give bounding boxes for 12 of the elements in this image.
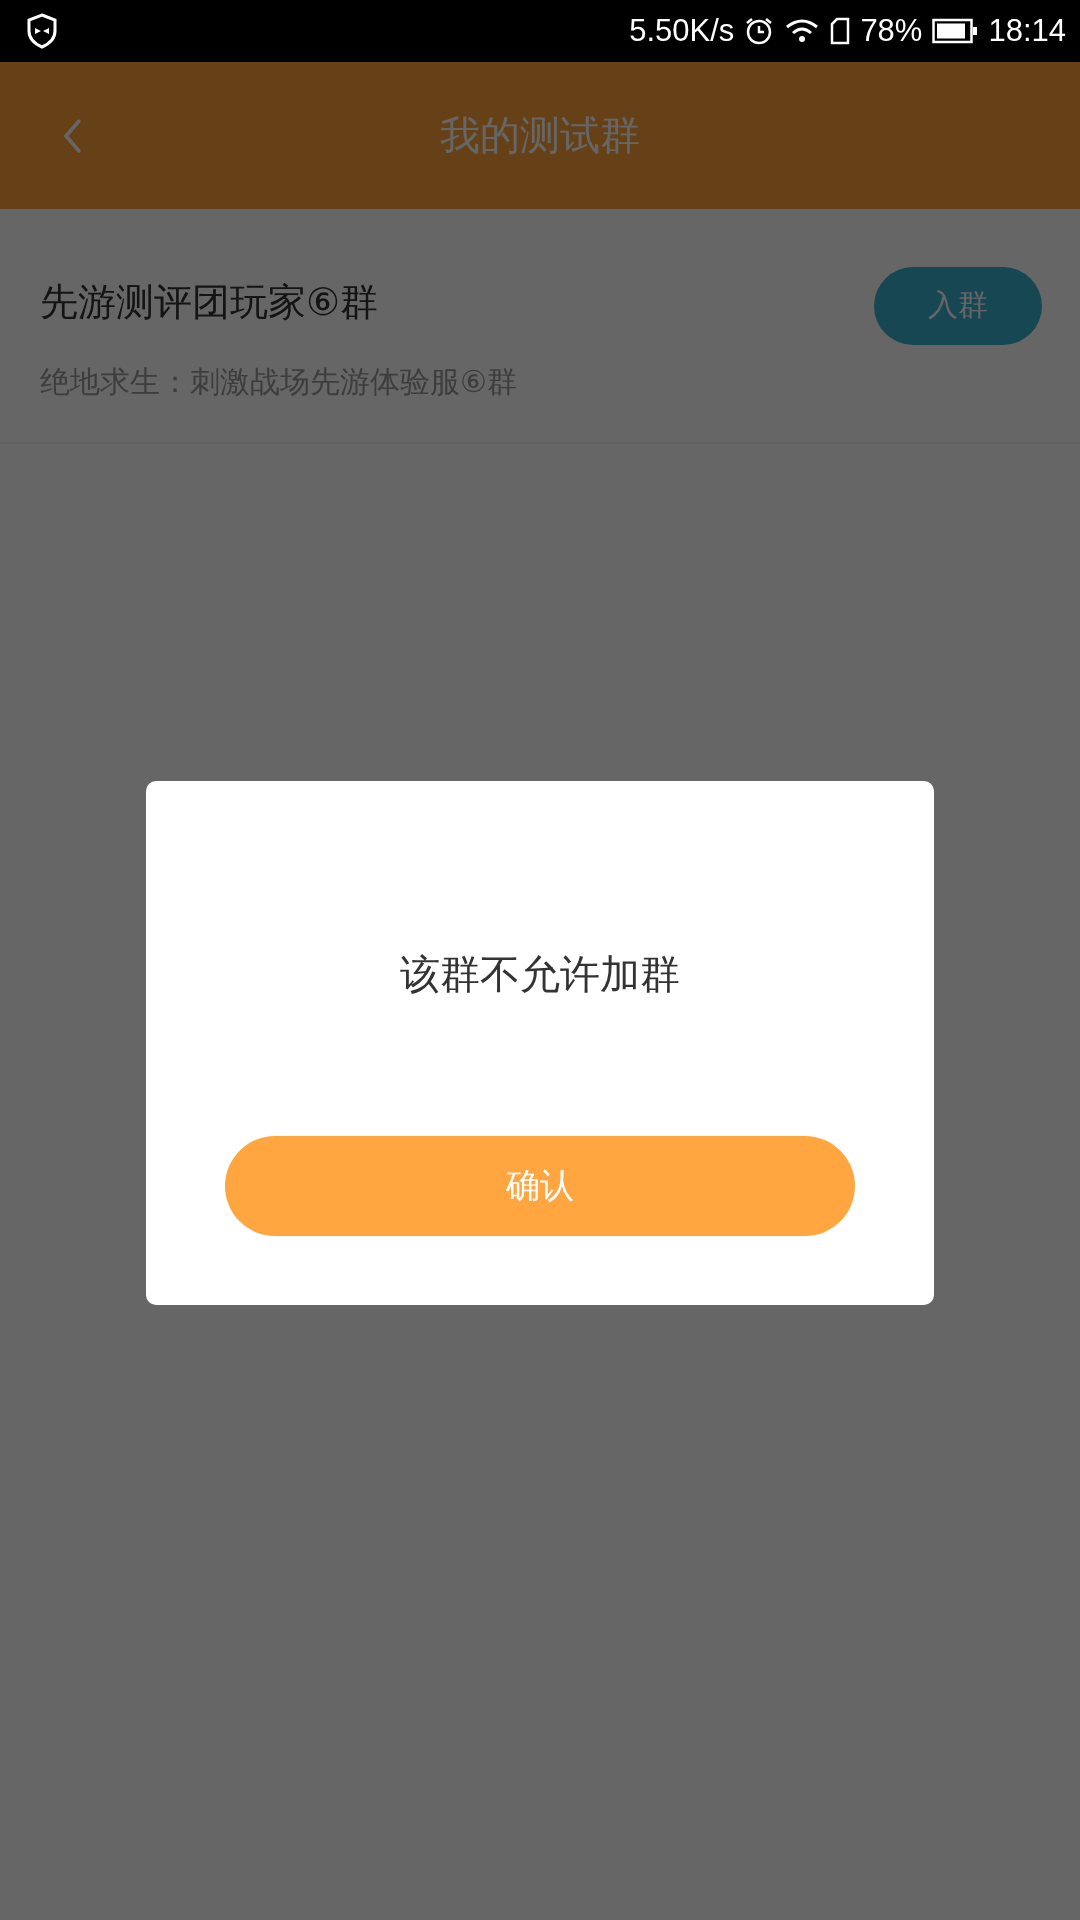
- page-title: 我的测试群: [440, 111, 640, 160]
- battery-percent: 78%: [860, 13, 923, 49]
- join-group-button[interactable]: 入群: [874, 266, 1042, 345]
- back-icon[interactable]: [62, 118, 82, 154]
- sim-card-icon: [830, 17, 851, 45]
- group-name: 先游测评团玩家⑥群: [40, 278, 380, 326]
- network-speed: 5.50K/s: [629, 13, 735, 49]
- battery-icon: [932, 18, 979, 44]
- shield-icon: [26, 13, 58, 49]
- dialog-message: 该群不允许加群: [400, 950, 680, 999]
- clock-time: 18:14: [988, 13, 1066, 49]
- confirm-button[interactable]: 确认: [225, 1136, 855, 1236]
